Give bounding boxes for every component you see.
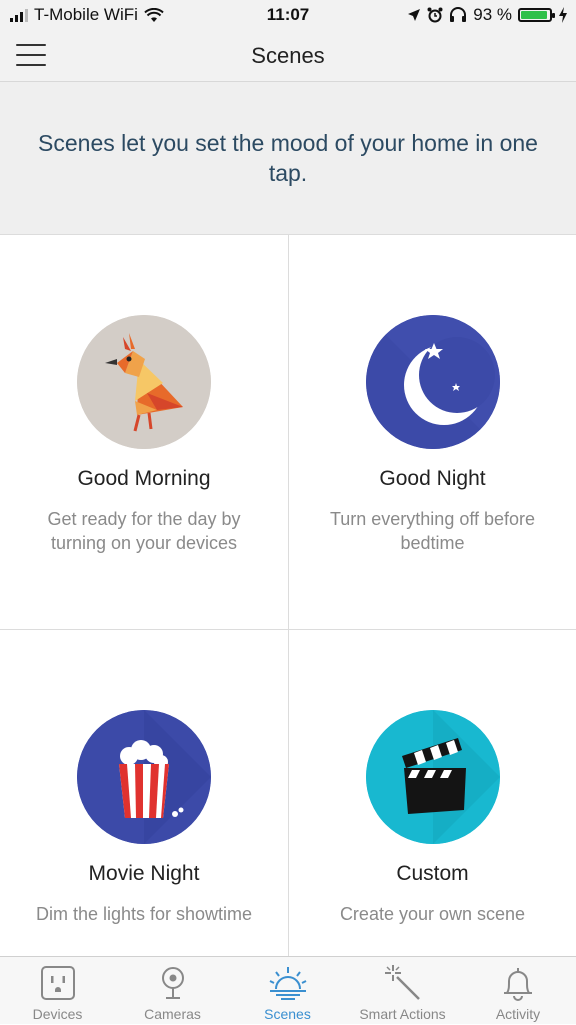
tab-label: Activity — [495, 1006, 541, 1022]
tab-label: Smart Actions — [359, 1006, 446, 1022]
tab-cameras[interactable]: Cameras — [115, 957, 230, 1025]
scene-card-movie-night[interactable]: Movie Night Dim the lights for showtime — [0, 629, 288, 956]
page-title: Scenes — [251, 43, 325, 68]
moon-stars-icon — [365, 315, 500, 449]
alarm-icon — [427, 7, 443, 23]
tab-label: Devices — [32, 1006, 83, 1022]
charging-icon — [559, 7, 567, 23]
scene-card-custom[interactable]: Custom Create your own scene — [288, 629, 576, 956]
status-right: 93 % — [407, 5, 568, 25]
clapperboard-icon — [365, 710, 500, 844]
location-icon — [408, 9, 421, 21]
bell-icon — [504, 968, 532, 1001]
scene-card-good-morning[interactable]: Good Morning Get ready for the day by tu… — [0, 234, 288, 629]
tab-bar: Devices Cameras Scenes Smart Actions Act… — [0, 956, 576, 1024]
nav-bar: Scenes — [0, 30, 576, 82]
scene-title: Good Morning — [77, 467, 211, 490]
scene-description: Dim the lights for showtime — [35, 904, 253, 924]
scene-card-good-night[interactable]: Good Night Turn everything off before be… — [288, 234, 576, 629]
battery-icon — [518, 8, 555, 22]
outlet-icon — [40, 966, 75, 1000]
magic-wand-icon — [384, 965, 420, 1000]
status-bar: T-Mobile WiFi 11:07 93 % — [0, 0, 576, 30]
scene-description: Create your own scene — [339, 904, 526, 924]
scene-description: Turn everything off before bedtime — [329, 509, 536, 553]
scene-title: Movie Night — [88, 862, 200, 885]
battery-fill — [521, 11, 547, 19]
headphones-icon — [450, 7, 467, 22]
tab-devices[interactable]: Devices — [0, 957, 115, 1025]
tab-label: Scenes — [264, 1006, 311, 1022]
scene-title: Good Night — [379, 467, 486, 490]
scenes-grid: Good Morning Get ready for the day by tu… — [0, 234, 576, 956]
rooster-icon — [77, 315, 211, 449]
tab-activity[interactable]: Activity — [460, 957, 576, 1025]
intro-text: Scenes let you set the mood of your home… — [38, 130, 538, 186]
sunrise-icon — [269, 967, 306, 1000]
scene-description: Get ready for the day by turning on your… — [47, 509, 241, 553]
tab-smart-actions[interactable]: Smart Actions — [345, 957, 460, 1025]
camera-icon — [161, 967, 184, 999]
battery-percent: 93 % — [473, 5, 512, 24]
intro-banner: Scenes let you set the mood of your home… — [0, 82, 576, 234]
tab-label: Cameras — [144, 1006, 201, 1022]
tab-scenes[interactable]: Scenes — [230, 957, 345, 1025]
popcorn-icon — [77, 710, 211, 844]
scene-title: Custom — [396, 862, 469, 885]
